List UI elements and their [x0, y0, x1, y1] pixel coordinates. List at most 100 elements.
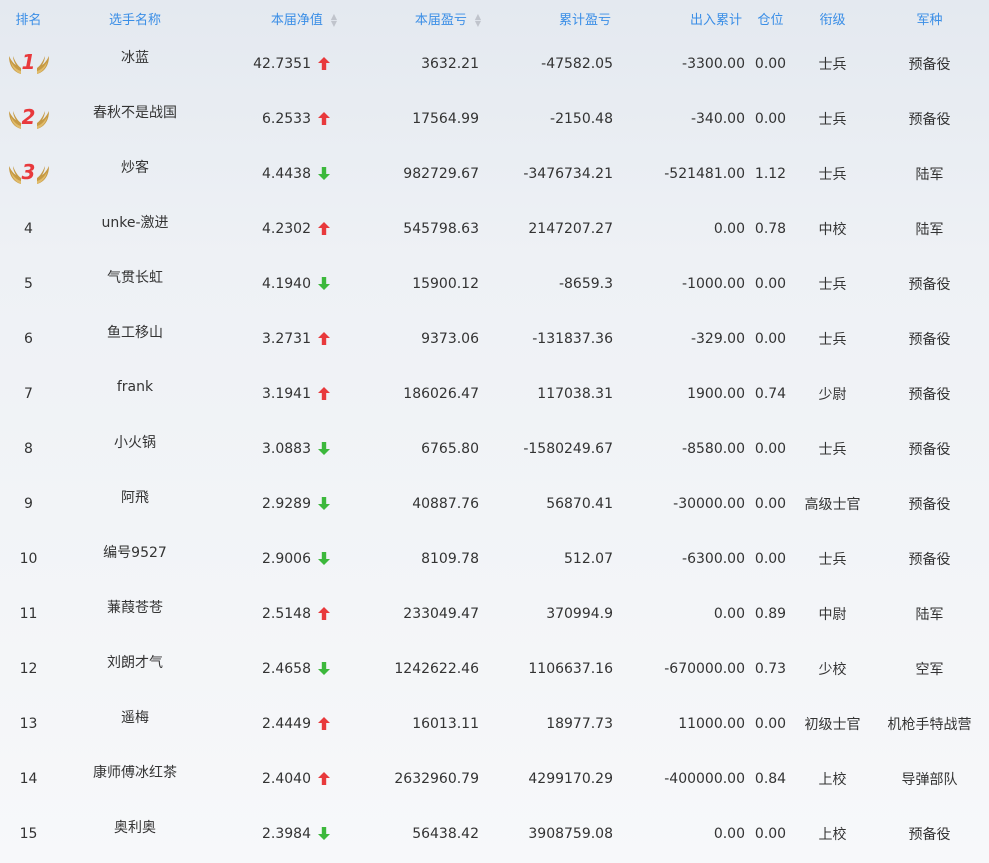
branch-value: 预备役 [908, 826, 951, 843]
flow-value: -521481.00 [664, 165, 745, 182]
nav-cell: 2.5148 [213, 586, 355, 641]
table-row[interactable]: 2 春秋不是战国 6.2533 17564.99 -2150.48 -340.00 0.00… [0, 91, 989, 146]
player-name[interactable]: 鱼工移山 [107, 325, 163, 341]
profit-cell: 8109.78 [355, 531, 481, 586]
player-name[interactable]: frank [117, 379, 153, 395]
player-name[interactable]: 气贯长虹 [107, 270, 163, 286]
sort-icon[interactable]: ▲ ▼ [475, 13, 481, 28]
player-name[interactable]: 冰蓝 [121, 50, 149, 66]
player-name[interactable]: unke-激进 [101, 215, 168, 231]
branch-cell: 空军 [870, 641, 989, 696]
flow-value: -30000.00 [673, 495, 745, 512]
rank-cell: 9 [0, 476, 57, 531]
profit-cell: 186026.47 [355, 366, 481, 421]
nav-cell: 4.1940 [213, 256, 355, 311]
table-header: 排名 选手名称 本届净值 ▲ ▼ 本届盈亏 ▲ ▼ 累计盈亏 出入累计 仓位 衔级 军种 [0, 0, 989, 36]
header-nav-sort[interactable]: 本届净值 ▲ ▼ [213, 0, 355, 36]
title-value: 士兵 [818, 551, 847, 568]
table-row[interactable]: 8 小火锅 3.0883 6765.80 -1580249.67 -8580.00 0.00… [0, 421, 989, 476]
branch-value: 预备役 [908, 441, 951, 458]
player-name-cell[interactable]: 炒客 [57, 146, 213, 201]
table-row[interactable]: 7 frank 3.1941 186026.47 117038.31 1900.00 0.7… [0, 366, 989, 421]
profit-value: 1242622.46 [394, 660, 479, 677]
title-value: 士兵 [818, 56, 847, 73]
player-name[interactable]: 遥梅 [121, 710, 149, 726]
player-name[interactable]: 小火锅 [114, 435, 156, 451]
table-row[interactable]: 10 编号9527 2.9006 8109.78 512.07 -6300.00 0.00 士… [0, 531, 989, 586]
player-name[interactable]: 康师傅冰红茶 [93, 765, 177, 781]
table-row[interactable]: 4 unke-激进 4.2302 545798.63 2147207.27 0.00 0.7… [0, 201, 989, 256]
profit-cell: 56438.42 [355, 806, 481, 861]
table-row[interactable]: 12 刘朗才气 2.4658 1242622.46 1106637.16 -670000.… [0, 641, 989, 696]
player-name-cell[interactable]: 阿飛 [57, 476, 213, 531]
player-name-cell[interactable]: 气贯长虹 [57, 256, 213, 311]
profit-value: 982729.67 [403, 165, 479, 182]
player-name[interactable]: 奥利奥 [114, 820, 156, 836]
player-name-cell[interactable]: unke-激进 [57, 201, 213, 256]
table-row[interactable]: 9 阿飛 2.9289 40887.76 56870.41 -30000.00 0.00 高级… [0, 476, 989, 531]
rank-cell: 2 [0, 91, 57, 146]
player-name-cell[interactable]: 康师傅冰红茶 [57, 751, 213, 806]
flow-value: 0.00 [713, 605, 745, 622]
total-value: -47582.05 [541, 55, 613, 72]
header-profit-sort[interactable]: 本届盈亏 ▲ ▼ [355, 0, 481, 36]
player-name[interactable]: 春秋不是战国 [93, 105, 177, 121]
player-name[interactable]: 刘朗才气 [107, 655, 163, 671]
position-cell: 0.78 [746, 201, 795, 256]
position-value: 0.89 [754, 605, 787, 622]
rank-number: 1 [21, 49, 36, 74]
table-row[interactable]: 5 气贯长虹 4.1940 15900.12 -8659.3 -1000.00 0.00 士兵… [0, 256, 989, 311]
player-name-cell[interactable]: 春秋不是战国 [57, 91, 213, 146]
branch-value: 预备役 [908, 551, 951, 568]
sort-icon[interactable]: ▲ ▼ [331, 13, 337, 28]
player-name-cell[interactable]: 编号9527 [57, 531, 213, 586]
position-cell: 0.84 [746, 751, 795, 806]
table-row[interactable]: 15 奥利奥 2.3984 56438.42 3908759.08 0.00 0.00 上校 预… [0, 806, 989, 861]
title-cell: 士兵 [795, 36, 870, 91]
player-name[interactable]: 蒹葭苍苍 [107, 600, 163, 616]
branch-cell: 预备役 [870, 421, 989, 476]
total-value: 18977.73 [546, 715, 613, 732]
branch-cell: 预备役 [870, 36, 989, 91]
table-row[interactable]: 3 炒客 4.4438 982729.67 -3476734.21 -521481.00 1… [0, 146, 989, 201]
rank-number: 3 [21, 159, 36, 184]
nav-value: 2.9289 [262, 495, 311, 512]
flow-value: -670000.00 [664, 660, 745, 677]
table-row[interactable]: 6 鱼工移山 3.2731 9373.06 -131837.36 -329.00 0.00 士… [0, 311, 989, 366]
rank-number: 7 [24, 385, 33, 402]
position-cell: 0.89 [746, 586, 795, 641]
title-cell: 士兵 [795, 421, 870, 476]
rank-cell: 1 [0, 36, 57, 91]
player-name[interactable]: 阿飛 [121, 490, 149, 506]
table-row[interactable]: 1 冰蓝 42.7351 3632.21 -47582.05 -3300.00 0.00 士兵… [0, 36, 989, 91]
total-cell: 512.07 [481, 531, 615, 586]
branch-value: 空军 [915, 661, 944, 678]
rank-number: 9 [24, 495, 33, 512]
table-row[interactable]: 11 蒹葭苍苍 2.5148 233049.47 370994.9 0.00 0.89 中尉 陆… [0, 586, 989, 641]
player-name-cell[interactable]: frank [57, 366, 213, 421]
title-cell: 士兵 [795, 531, 870, 586]
nav-value: 2.4658 [262, 660, 311, 677]
player-name-cell[interactable]: 刘朗才气 [57, 641, 213, 696]
profit-cell: 17564.99 [355, 91, 481, 146]
rank-cell: 12 [0, 641, 57, 696]
player-name-cell[interactable]: 遥梅 [57, 696, 213, 751]
position-value: 0.00 [754, 495, 787, 512]
player-name-cell[interactable]: 鱼工移山 [57, 311, 213, 366]
player-name-cell[interactable]: 冰蓝 [57, 36, 213, 91]
nav-value: 3.2731 [262, 330, 311, 347]
position-value: 0.00 [754, 715, 787, 732]
rank-number: 8 [24, 440, 33, 457]
player-name[interactable]: 炒客 [121, 160, 149, 176]
player-name-cell[interactable]: 小火锅 [57, 421, 213, 476]
profit-cell: 3632.21 [355, 36, 481, 91]
player-name-cell[interactable]: 蒹葭苍苍 [57, 586, 213, 641]
player-name[interactable]: 编号9527 [103, 545, 167, 561]
table-row[interactable]: 13 遥梅 2.4449 16013.11 18977.73 11000.00 0.00 初级… [0, 696, 989, 751]
position-value: 0.00 [754, 110, 787, 127]
player-name-cell[interactable]: 奥利奥 [57, 806, 213, 861]
table-row[interactable]: 14 康师傅冰红茶 2.4040 2632960.79 4299170.29 -40000… [0, 751, 989, 806]
total-value: 370994.9 [546, 605, 613, 622]
total-cell: -2150.48 [481, 91, 615, 146]
total-value: 3908759.08 [528, 825, 613, 842]
